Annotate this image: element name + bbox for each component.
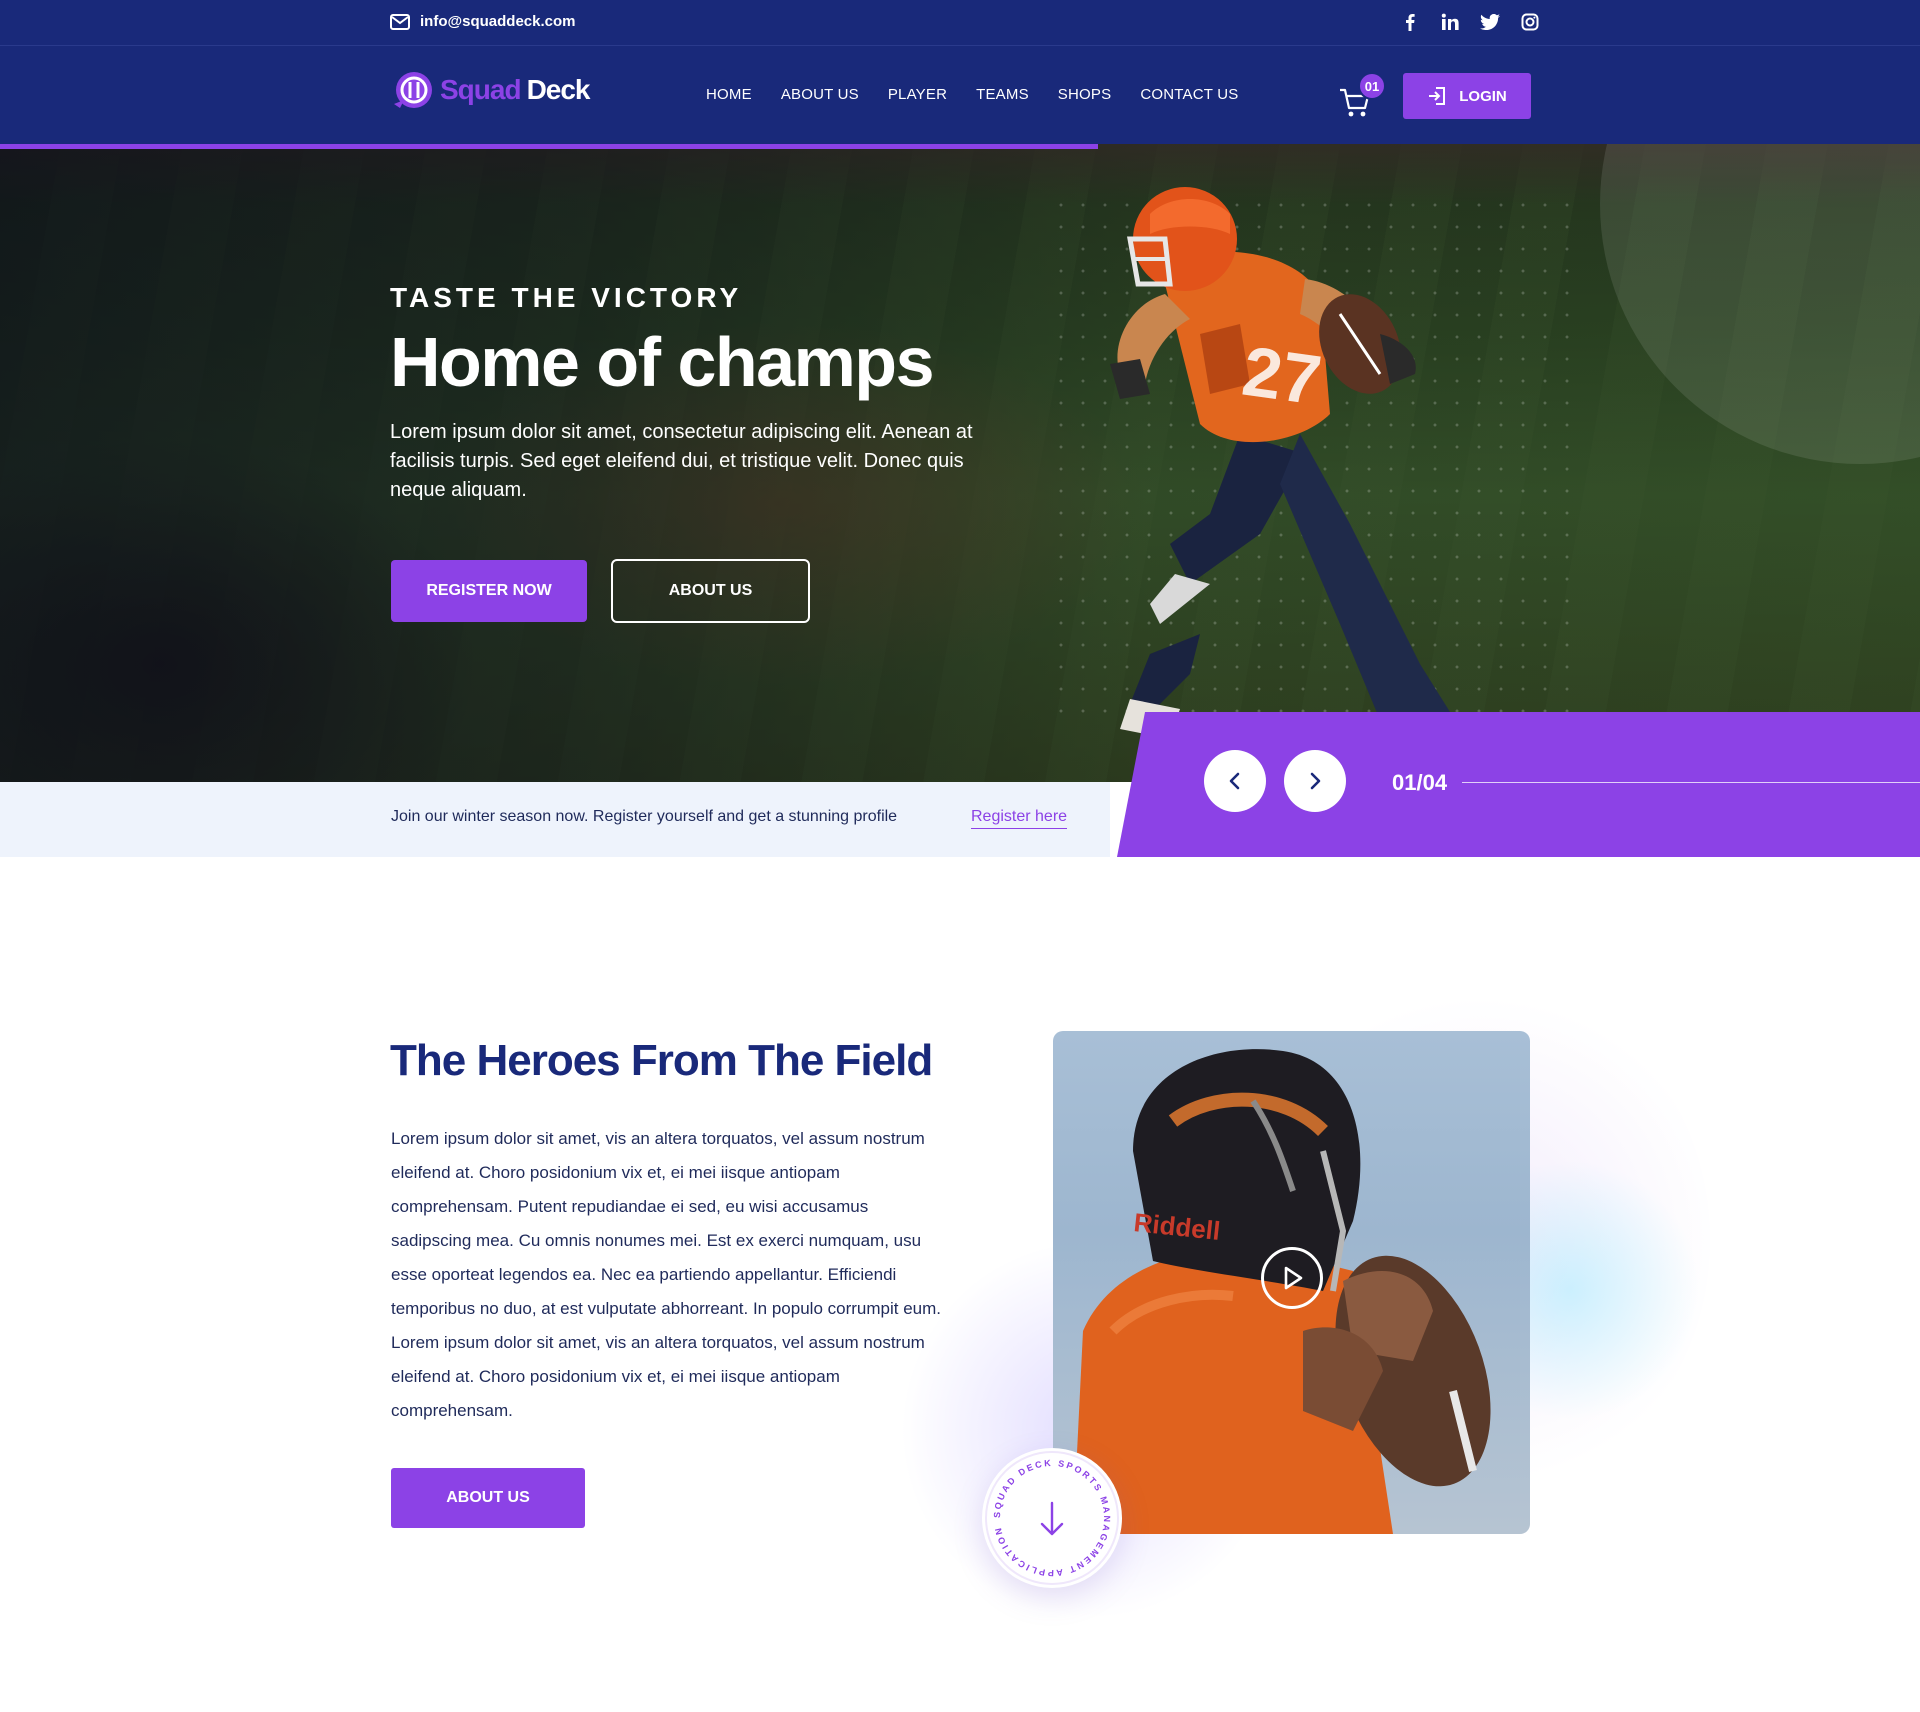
register-now-button[interactable]: REGISTER NOW <box>391 560 587 622</box>
chevron-left-icon <box>1229 772 1240 790</box>
arrow-down-icon <box>1040 1501 1064 1536</box>
section-title: The Heroes From The Field <box>390 1036 933 1085</box>
mail-icon <box>390 13 410 30</box>
twitter-icon[interactable] <box>1480 10 1500 34</box>
cart-button[interactable]: 01 <box>1338 72 1386 122</box>
slide-prev-button[interactable] <box>1204 750 1266 812</box>
nav-teams[interactable]: TEAMS <box>976 86 1029 103</box>
contact-email[interactable]: info@squaddeck.com <box>390 13 576 30</box>
nav-about-us[interactable]: ABOUT US <box>781 86 859 103</box>
svg-text:27: 27 <box>1238 332 1326 420</box>
email-text: info@squaddeck.com <box>420 13 576 30</box>
section-about-us-button[interactable]: ABOUT US <box>391 1468 585 1528</box>
hero-description: Lorem ipsum dolor sit amet, consectetur … <box>390 421 973 501</box>
nav-shops[interactable]: SHOPS <box>1058 86 1112 103</box>
announcement-bar: Join our winter season now. Register you… <box>0 782 1110 857</box>
social-links <box>1400 10 1540 34</box>
section-description: Lorem ipsum dolor sit amet, vis an alter… <box>391 1129 941 1420</box>
hero-slider: 27 TASTE THE VICTORY Home of champs Lore… <box>0 144 1920 782</box>
nav-contact-us[interactable]: CONTACT US <box>1140 86 1238 103</box>
slide-counter: 01/04 <box>1392 770 1448 795</box>
logo-mark-icon <box>394 72 432 108</box>
football-player-image: 27 <box>1110 187 1470 744</box>
announcement-text: Join our winter season now. Register you… <box>391 808 898 825</box>
hero-about-us-button[interactable]: ABOUT US <box>611 559 810 623</box>
register-here-link[interactable]: Register here <box>971 808 1068 829</box>
instagram-icon[interactable] <box>1520 10 1540 34</box>
cart-count-badge: 01 <box>1358 72 1386 100</box>
play-icon <box>1284 1266 1303 1290</box>
play-video-button[interactable] <box>1261 1247 1323 1309</box>
circular-badge-text: SQUAD DECK SPORTS MANAGEMENT APPLICATION <box>985 1451 1119 1585</box>
main-nav: HOME ABOUT US PLAYER TEAMS SHOPS CONTACT… <box>706 86 1238 103</box>
login-button[interactable]: LOGIN <box>1403 73 1531 119</box>
slide-next-button[interactable] <box>1284 750 1346 812</box>
nav-player[interactable]: PLAYER <box>888 86 947 103</box>
login-label: LOGIN <box>1459 87 1507 105</box>
slide-counter-line <box>1462 782 1920 783</box>
scroll-down-badge[interactable]: SQUAD DECK SPORTS MANAGEMENT APPLICATION <box>982 1448 1122 1588</box>
login-icon <box>1429 87 1446 105</box>
logo-text-squad: Squad <box>440 74 522 105</box>
slide-progress-bar <box>0 144 1098 149</box>
site-logo[interactable]: Squad Deck <box>390 70 590 110</box>
main-header: Squad Deck HOME ABOUT US PLAYER TEAMS SHO… <box>0 46 1920 144</box>
linkedin-icon[interactable] <box>1440 10 1460 34</box>
logo-text-deck: Deck <box>526 74 591 105</box>
hero-title: Home of champs <box>390 323 935 401</box>
chevron-right-icon <box>1310 772 1321 790</box>
nav-home[interactable]: HOME <box>706 86 752 103</box>
hero-kicker: TASTE THE VICTORY <box>390 282 743 313</box>
top-bar: info@squaddeck.com <box>0 0 1920 46</box>
facebook-icon[interactable] <box>1400 10 1420 34</box>
